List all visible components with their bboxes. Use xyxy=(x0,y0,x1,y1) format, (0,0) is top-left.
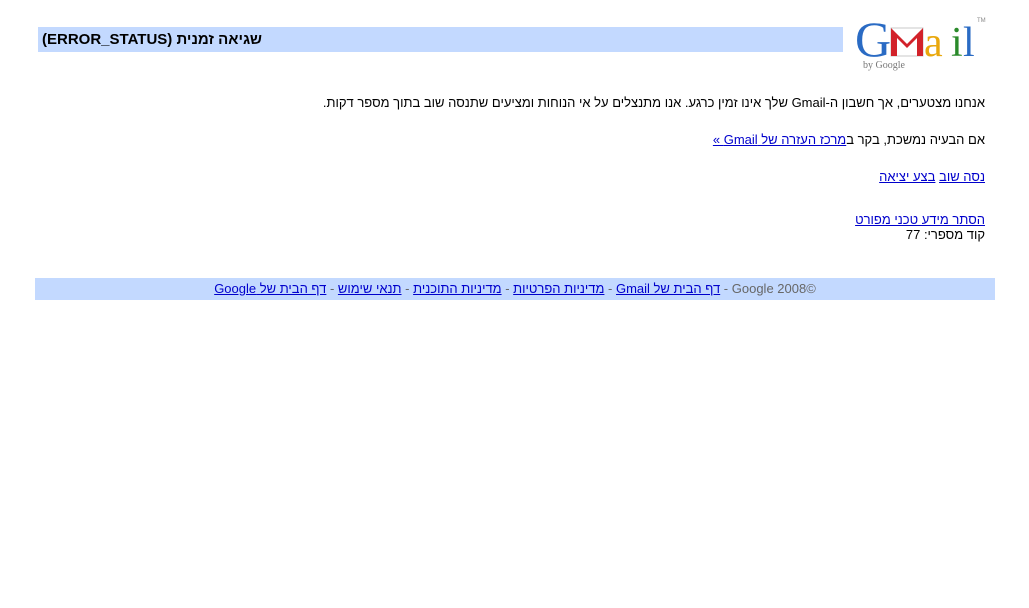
footer-link-program-policy[interactable]: מדיניות התוכנית xyxy=(413,281,502,296)
svg-text:by Google: by Google xyxy=(863,60,906,71)
page-title: שגיאה זמנית (ERROR_STATUS) xyxy=(42,31,263,48)
footer: ©2008 Google - דף הבית של Gmail - מדיניו… xyxy=(35,278,995,300)
footer-link-google-home[interactable]: דף הבית של Google xyxy=(214,281,326,296)
help-center-link[interactable]: מרכז העזרה של Gmail » xyxy=(713,132,846,147)
signout-link[interactable]: בצע יציאה xyxy=(879,169,935,184)
hide-technical-info-link[interactable]: הסתר מידע טכני מפורט xyxy=(855,212,985,227)
footer-link-terms[interactable]: תנאי שימוש xyxy=(338,281,402,296)
title-bar: שגיאה זמנית (ERROR_STATUS) xyxy=(38,27,843,52)
copyright: ©2008 Google xyxy=(731,281,816,296)
actions: נסה שוב בצע יציאה xyxy=(85,169,985,184)
svg-text:G: G xyxy=(855,11,891,67)
svg-text:i: i xyxy=(951,20,963,66)
error-message: אנחנו מצטערים, אך חשבון ה-Gmail שלך אינו… xyxy=(322,95,985,110)
svg-text:a: a xyxy=(924,20,943,66)
error-code: קוד מספרי: 77 xyxy=(905,227,985,242)
svg-text:l: l xyxy=(963,20,975,66)
retry-link[interactable]: נסה שוב xyxy=(939,169,985,184)
footer-link-privacy[interactable]: מדיניות הפרטיות xyxy=(513,281,604,296)
help-line: אם הבעיה נמשכת, בקר במרכז העזרה של Gmail… xyxy=(712,132,985,147)
footer-link-gmail-home[interactable]: דף הבית של Gmail xyxy=(616,281,720,296)
svg-text:TM: TM xyxy=(977,18,986,24)
gmail-logo: G a i l TM by Google xyxy=(855,10,990,72)
error-content: אנחנו מצטערים, אך חשבון ה-Gmail שלך אינו… xyxy=(85,95,985,242)
